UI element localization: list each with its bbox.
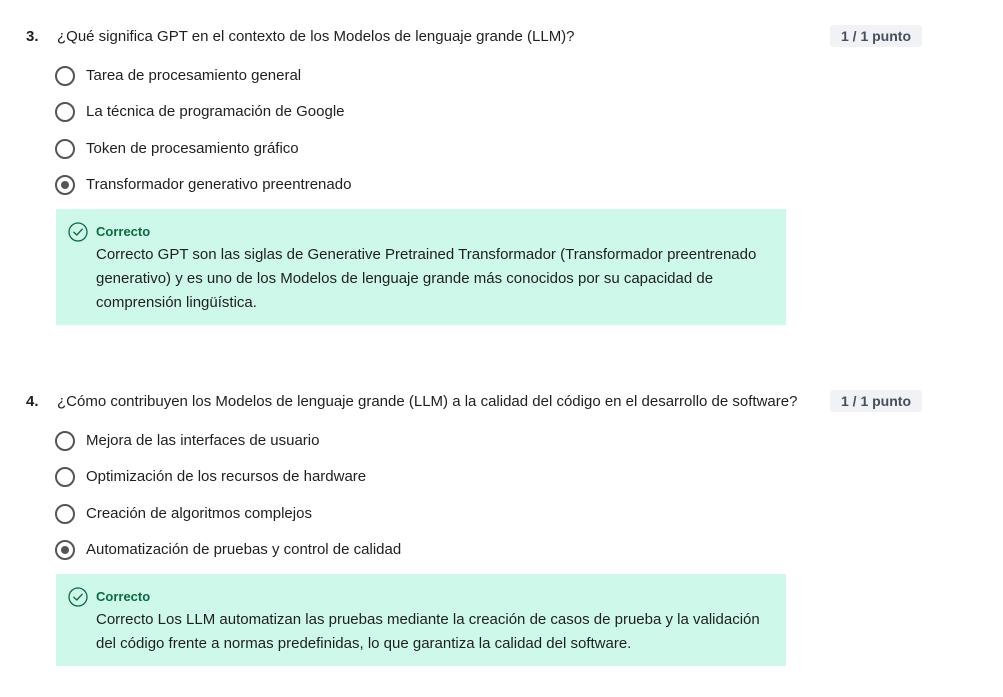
option-radio-selected[interactable]: Transformador generativo preentrenado (55, 174, 351, 196)
option-label: Automatización de pruebas y control de c… (86, 541, 402, 558)
radio-button-unchecked[interactable] (55, 102, 75, 122)
radio-button-unchecked[interactable] (55, 467, 75, 487)
option-radio[interactable]: Optimización de los recursos de hardware (55, 466, 366, 488)
radio-button-unchecked[interactable] (55, 66, 75, 86)
score-badge: 1 / 1 punto (830, 25, 922, 47)
option-radio-selected[interactable]: Automatización de pruebas y control de c… (55, 539, 401, 561)
feedback-correct: Correcto Correcto Los LLM automatizan la… (56, 574, 786, 666)
question-text: ¿Cómo contribuyen los Modelos de lenguaj… (57, 393, 798, 410)
radio-button-unchecked[interactable] (55, 139, 75, 159)
option-radio[interactable]: Creación de algoritmos complejos (55, 503, 312, 525)
option-label: La técnica de programación de Google (86, 103, 345, 120)
question-text: ¿Qué significa GPT en el contexto de los… (57, 28, 575, 45)
question-number: 4. (26, 393, 39, 410)
feedback-title: Correcto (96, 224, 151, 239)
check-circle-icon (68, 587, 88, 607)
option-radio[interactable]: Tarea de procesamiento general (55, 65, 301, 87)
radio-button-unchecked[interactable] (55, 504, 75, 524)
score-badge: 1 / 1 punto (830, 390, 922, 412)
radio-button-unchecked[interactable] (55, 431, 75, 451)
option-label: Mejora de las interfaces de usuario (86, 432, 320, 449)
option-label: Tarea de procesamiento general (86, 67, 302, 84)
option-label: Transformador generativo preentrenado (86, 176, 352, 193)
option-label: Token de procesamiento gráfico (86, 140, 299, 157)
option-radio[interactable]: Token de procesamiento gráfico (55, 138, 299, 160)
question-number: 3. (26, 28, 39, 45)
radio-button-checked[interactable] (55, 175, 75, 195)
feedback-text: Correcto GPT son las siglas de Generativ… (96, 246, 757, 311)
radio-button-checked[interactable] (55, 540, 75, 560)
feedback-title: Correcto (96, 589, 151, 604)
option-label: Optimización de los recursos de hardware (86, 468, 367, 485)
check-circle-icon (68, 222, 88, 242)
option-label: Creación de algoritmos complejos (86, 505, 312, 522)
feedback-text: Correcto Los LLM automatizan las pruebas… (96, 611, 760, 652)
option-radio[interactable]: Mejora de las interfaces de usuario (55, 430, 319, 452)
option-radio[interactable]: La técnica de programación de Google (55, 101, 345, 123)
feedback-correct: Correcto Correcto GPT son las siglas de … (56, 209, 786, 325)
